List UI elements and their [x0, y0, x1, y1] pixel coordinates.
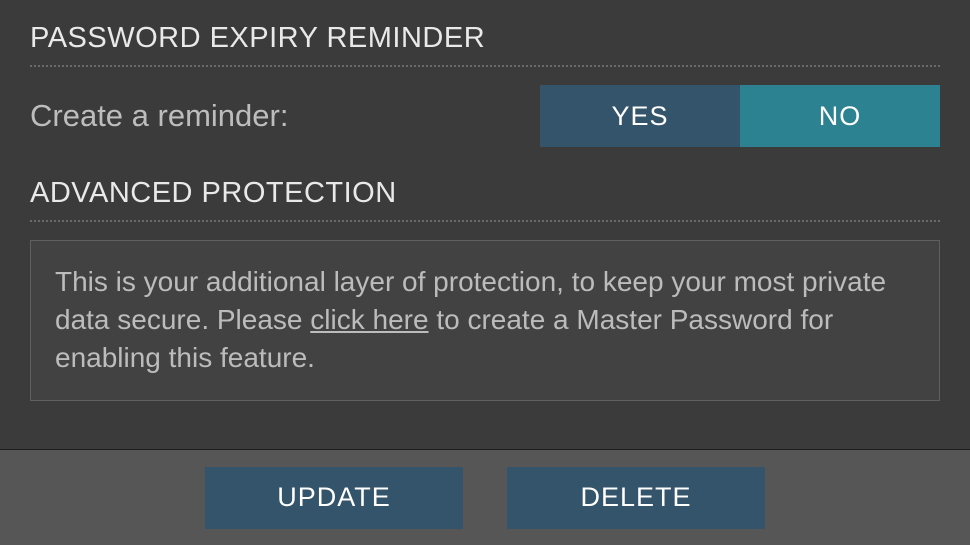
content-area: PASSWORD EXPIRY REMINDER Create a remind… [0, 0, 970, 401]
advanced-info-box: This is your additional layer of protect… [30, 240, 940, 401]
click-here-link[interactable]: click here [310, 304, 428, 335]
reminder-toggle: YES NO [540, 85, 940, 147]
toggle-no-button[interactable]: NO [740, 85, 940, 147]
reminder-row: Create a reminder: YES NO [30, 85, 940, 147]
delete-button[interactable]: DELETE [507, 467, 765, 529]
section-title-advanced: ADVANCED PROTECTION [30, 177, 940, 222]
advanced-info-text: This is your additional layer of protect… [55, 263, 915, 376]
reminder-label: Create a reminder: [30, 98, 288, 134]
footer-bar: UPDATE DELETE [0, 449, 970, 545]
settings-panel: PASSWORD EXPIRY REMINDER Create a remind… [0, 0, 970, 545]
toggle-yes-button[interactable]: YES [540, 85, 740, 147]
update-button[interactable]: UPDATE [205, 467, 463, 529]
section-title-expiry: PASSWORD EXPIRY REMINDER [30, 22, 940, 67]
